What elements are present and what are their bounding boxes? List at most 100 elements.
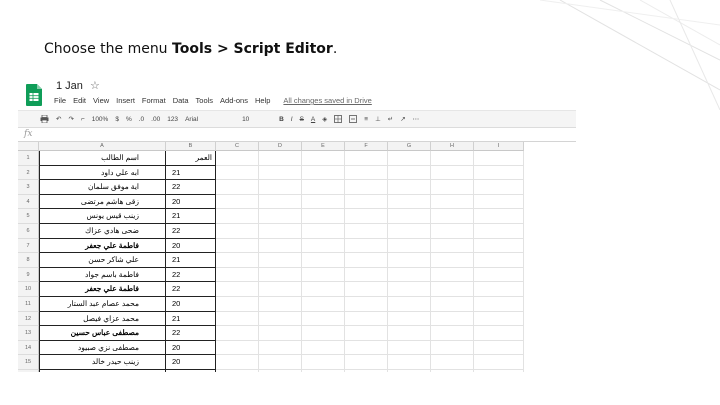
row-header[interactable]: 15	[18, 355, 39, 370]
saved-status-link[interactable]: All changes saved in Drive	[283, 96, 371, 108]
empty-cell[interactable]	[388, 165, 431, 181]
empty-cell[interactable]	[431, 238, 474, 254]
empty-cell[interactable]	[302, 180, 345, 195]
empty-cell[interactable]	[345, 180, 388, 195]
name-cell[interactable]: فاطمة علي جعفر	[39, 238, 166, 254]
empty-cell[interactable]	[302, 297, 345, 312]
row-header[interactable]: 2	[18, 165, 39, 181]
column-header-f[interactable]: F	[345, 142, 388, 151]
empty-cell[interactable]	[388, 238, 431, 254]
empty-cell[interactable]	[345, 340, 388, 356]
empty-cell[interactable]	[302, 267, 345, 283]
empty-cell[interactable]	[216, 355, 259, 370]
empty-cell[interactable]	[345, 311, 388, 327]
empty-cell[interactable]	[302, 224, 345, 239]
empty-cell[interactable]	[388, 194, 431, 210]
empty-cell[interactable]	[216, 194, 259, 210]
empty-cell[interactable]	[216, 238, 259, 254]
empty-cell[interactable]	[302, 340, 345, 356]
empty-cell[interactable]	[474, 180, 524, 195]
name-cell[interactable]: محمد عصام عبد الستار	[39, 297, 166, 312]
empty-cell[interactable]	[474, 355, 524, 370]
empty-cell[interactable]	[388, 253, 431, 268]
row-header[interactable]: 3	[18, 180, 39, 195]
empty-cell[interactable]	[345, 238, 388, 254]
menu-data[interactable]: Data	[173, 96, 189, 108]
empty-cell[interactable]	[302, 355, 345, 370]
menu-format[interactable]: Format	[142, 96, 166, 108]
empty-cell[interactable]	[431, 180, 474, 195]
empty-cell[interactable]	[302, 370, 345, 372]
column-header-b[interactable]: B	[166, 142, 216, 151]
empty-cell[interactable]	[474, 297, 524, 312]
empty-cell[interactable]	[431, 151, 474, 166]
empty-cell[interactable]	[216, 209, 259, 224]
name-cell[interactable]: ابه علي داود	[39, 165, 166, 181]
empty-cell[interactable]	[474, 340, 524, 356]
empty-cell[interactable]	[216, 326, 259, 341]
empty-cell[interactable]	[345, 370, 388, 372]
empty-cell[interactable]	[259, 253, 302, 268]
empty-cell[interactable]	[431, 355, 474, 370]
name-cell[interactable]: زينب حيدر خالد	[39, 355, 166, 370]
empty-cell[interactable]	[474, 311, 524, 327]
empty-cell[interactable]	[259, 165, 302, 181]
age-cell[interactable]: 20	[166, 370, 216, 372]
text-color-button[interactable]: A	[311, 116, 315, 123]
empty-cell[interactable]	[302, 253, 345, 268]
redo-icon[interactable]: ↷	[68, 115, 73, 123]
column-header-g[interactable]: G	[388, 142, 431, 151]
empty-cell[interactable]	[216, 180, 259, 195]
row-header[interactable]: 5	[18, 209, 39, 224]
empty-cell[interactable]	[259, 311, 302, 327]
age-cell[interactable]: 22	[166, 326, 216, 341]
empty-cell[interactable]	[388, 340, 431, 356]
fill-color-icon[interactable]: ◈	[322, 115, 327, 123]
empty-cell[interactable]	[474, 326, 524, 341]
name-cell[interactable]: زينب قيس يونس	[39, 209, 166, 224]
column-header-h[interactable]: H	[431, 142, 474, 151]
empty-cell[interactable]	[302, 238, 345, 254]
print-icon[interactable]	[40, 115, 49, 123]
age-cell[interactable]: العمر	[166, 151, 216, 166]
empty-cell[interactable]	[345, 194, 388, 210]
age-cell[interactable]: 22	[166, 282, 216, 297]
row-header[interactable]: 14	[18, 340, 39, 356]
age-cell[interactable]: 22	[166, 267, 216, 283]
empty-cell[interactable]	[259, 151, 302, 166]
name-cell[interactable]: مصطفى نزي صبيود	[39, 340, 166, 356]
name-cell[interactable]: زقى هاشم مرتضى	[39, 194, 166, 210]
sheets-logo-icon[interactable]	[26, 84, 42, 106]
empty-cell[interactable]	[216, 224, 259, 239]
row-header[interactable]: 6	[18, 224, 39, 239]
empty-cell[interactable]	[431, 370, 474, 372]
name-cell[interactable]: فاطمة باسم جواد	[39, 267, 166, 283]
empty-cell[interactable]	[259, 238, 302, 254]
age-cell[interactable]: 20	[166, 355, 216, 370]
name-cell[interactable]: محمد عزاي فيصل	[39, 311, 166, 327]
menu-addons[interactable]: Add-ons	[220, 96, 248, 108]
percent-format-button[interactable]: %	[126, 116, 132, 123]
empty-cell[interactable]	[216, 253, 259, 268]
row-header[interactable]: 8	[18, 253, 39, 268]
empty-cell[interactable]	[388, 282, 431, 297]
undo-icon[interactable]: ↶	[56, 115, 61, 123]
select-all-corner[interactable]	[18, 142, 39, 151]
empty-cell[interactable]	[388, 311, 431, 327]
row-header[interactable]: 13	[18, 326, 39, 341]
age-cell[interactable]: 20	[166, 238, 216, 254]
empty-cell[interactable]	[302, 194, 345, 210]
empty-cell[interactable]	[345, 267, 388, 283]
empty-cell[interactable]	[216, 340, 259, 356]
empty-cell[interactable]	[345, 355, 388, 370]
name-cell[interactable]: اسم الطالب	[39, 151, 166, 166]
paint-format-icon[interactable]: ⌐	[81, 116, 85, 123]
row-header[interactable]: 1	[18, 151, 39, 166]
empty-cell[interactable]	[345, 224, 388, 239]
zoom-select[interactable]: 100%	[92, 116, 109, 123]
empty-cell[interactable]	[345, 165, 388, 181]
empty-cell[interactable]	[216, 297, 259, 312]
menu-edit[interactable]: Edit	[73, 96, 86, 108]
empty-cell[interactable]	[474, 267, 524, 283]
row-header[interactable]: 11	[18, 297, 39, 312]
